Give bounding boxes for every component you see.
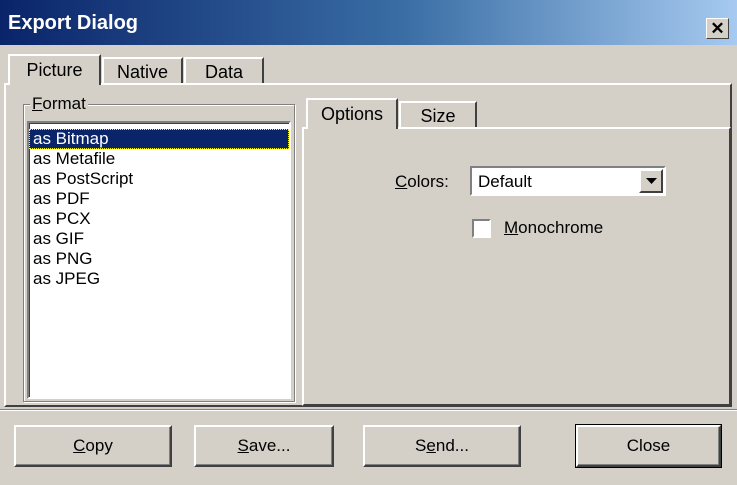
- send-button[interactable]: Send...: [363, 425, 521, 467]
- title-bar[interactable]: Export Dialog ✕: [0, 0, 737, 45]
- list-item[interactable]: as Bitmap: [29, 129, 289, 149]
- colors-label: Colors:: [395, 172, 449, 191]
- subtab-options-label: Options: [320, 104, 384, 124]
- close-button-label: Close: [626, 436, 671, 455]
- save-button[interactable]: Save...: [194, 425, 334, 467]
- format-listbox[interactable]: as Bitmap as Metafile as PostScript as PDF a…: [27, 121, 291, 399]
- tab-data-label: Data: [204, 61, 244, 82]
- save-button-label: Save...: [237, 436, 291, 455]
- list-item[interactable]: as PDF: [29, 189, 289, 209]
- tab-native[interactable]: Native: [102, 57, 183, 85]
- tab-picture-label: Picture: [26, 60, 83, 80]
- tab-picture[interactable]: Picture: [8, 54, 101, 85]
- close-window-button[interactable]: ✕: [706, 18, 729, 39]
- colors-dropdown-value: Default: [478, 172, 532, 191]
- subtab-options[interactable]: Options: [306, 98, 398, 129]
- format-group-label: Format: [30, 94, 88, 114]
- colors-dropdown[interactable]: Default: [470, 166, 666, 196]
- export-dialog: Export Dialog ✕ Picture Native Data Form…: [0, 0, 737, 485]
- window-title: Export Dialog: [8, 12, 139, 34]
- colors-dropdown-button[interactable]: [639, 169, 663, 193]
- format-list: as Bitmap as Metafile as PostScript as PDF a…: [29, 123, 289, 289]
- list-item[interactable]: as JPEG: [29, 269, 289, 289]
- button-separator: [0, 409, 737, 411]
- subtab-size[interactable]: Size: [399, 101, 477, 129]
- monochrome-label[interactable]: Monochrome: [504, 218, 603, 238]
- subtab-size-label: Size: [420, 105, 456, 126]
- list-item[interactable]: as PostScript: [29, 169, 289, 189]
- close-icon: ✕: [710, 19, 725, 38]
- close-button[interactable]: Close: [575, 424, 722, 468]
- tab-native-label: Native: [116, 61, 169, 82]
- list-item[interactable]: as PCX: [29, 209, 289, 229]
- dropdown-arrow-icon: [645, 177, 657, 184]
- copy-button-label: Copy: [73, 436, 113, 455]
- list-item[interactable]: as PNG: [29, 249, 289, 269]
- monochrome-checkbox[interactable]: [472, 219, 491, 238]
- list-item[interactable]: as Metafile: [29, 149, 289, 169]
- copy-button[interactable]: Copy: [14, 425, 172, 467]
- list-item[interactable]: as GIF: [29, 229, 289, 249]
- send-button-label: Send...: [415, 436, 469, 455]
- tab-data[interactable]: Data: [184, 57, 264, 85]
